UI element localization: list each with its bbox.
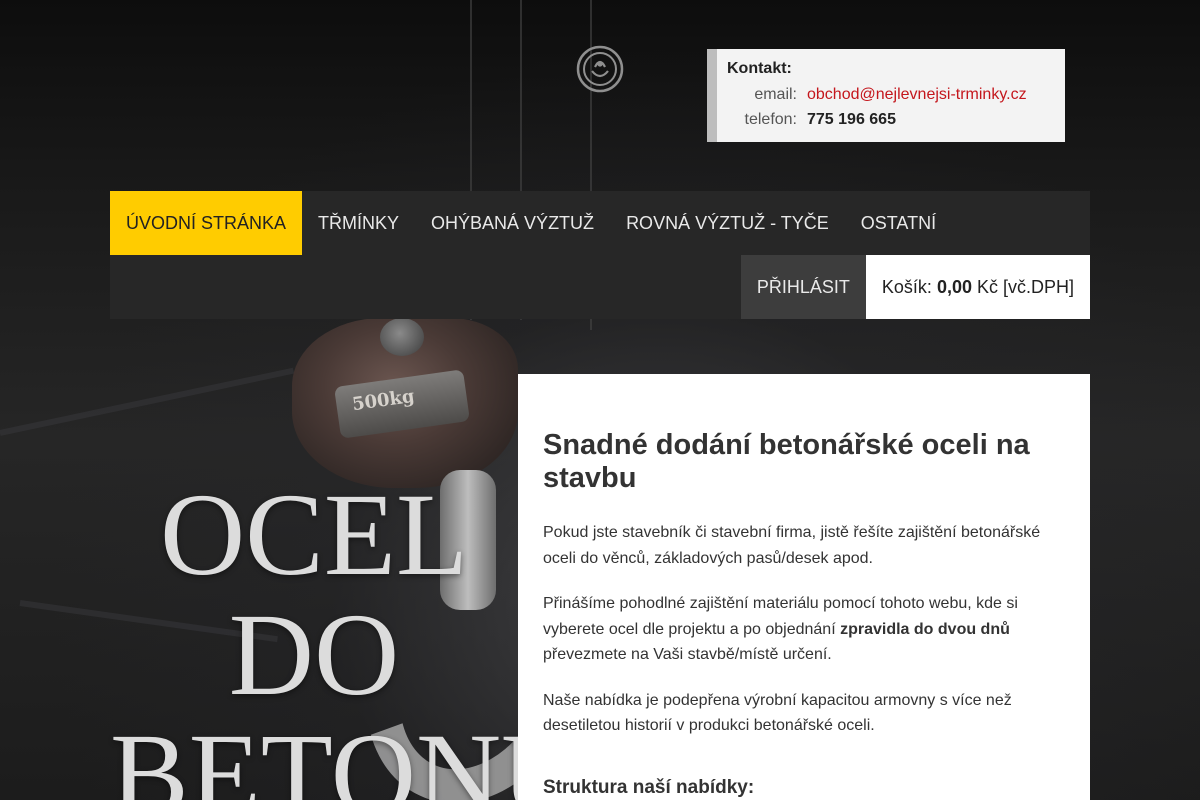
- intro-paragraph-3: Naše nabídka je podepřena výrobní kapaci…: [543, 691, 1012, 735]
- hero-line-2: DO: [228, 589, 400, 720]
- offer-structure-heading: Struktura naší nabídky:: [543, 776, 755, 798]
- nav-item-bent-rebar[interactable]: Ohýbaná výztuž: [415, 191, 610, 255]
- contact-phone-label: telefon:: [744, 111, 797, 128]
- nav-item-home[interactable]: Úvodní stránka: [110, 191, 303, 255]
- contact-phone-value: 775 196 665: [807, 111, 896, 128]
- nav-item-straight-rebar[interactable]: Rovná výztuž - tyče: [610, 191, 845, 255]
- contact-email-label: email:: [754, 86, 797, 103]
- page-title: Snadné dodání betonářské oceli na stavbu: [543, 429, 1030, 494]
- hero-line-1: OCEL: [159, 469, 469, 600]
- delivery-time-highlight: zpravidla do dvou dnů: [840, 620, 1010, 638]
- crane-hook-pin: [380, 318, 424, 356]
- main-navigation: Úvodní stránka Třmínky Ohýbaná výztuž Ro…: [110, 191, 1090, 319]
- hero-line-3: BETONU: [110, 709, 587, 800]
- site-logo-icon[interactable]: [576, 45, 624, 93]
- nav-account-bar: Přihlásit Košík: 0,00 Kč [vč.DPH]: [110, 255, 1090, 319]
- intro-paragraph-2: Přinášíme pohodlné zajištění materiálu p…: [543, 591, 1065, 668]
- contact-email-row: email: obchod@nejlevnejsi-trminky.cz: [727, 86, 1065, 111]
- contact-title: Kontakt:: [727, 60, 792, 77]
- intro-paragraph-1: Pokud jste stavebník či stavební firma, …: [543, 524, 1041, 567]
- nav-item-other[interactable]: Ostatní: [845, 191, 952, 255]
- contact-phone-row: telefon: 775 196 665: [727, 111, 1065, 136]
- contact-email-link[interactable]: obchod@nejlevnejsi-trminky.cz: [807, 86, 1027, 104]
- paragraph-2-text-end: převezmete na Vaši stavbě/místě určení.: [543, 646, 832, 663]
- hero-title: OCEL DO BETONU: [110, 469, 587, 800]
- login-button[interactable]: Přihlásit: [740, 255, 866, 319]
- nav-menu: Úvodní stránka Třmínky Ohýbaná výztuž Ro…: [110, 191, 1090, 255]
- cart-label: Košík:: [881, 277, 937, 297]
- contact-box: Kontakt: email: obchod@nejlevnejsi-trmin…: [707, 49, 1065, 142]
- cart-amount: 0,00: [936, 277, 972, 297]
- main-content: Snadné dodání betonářské oceli na stavbu…: [518, 374, 1090, 800]
- nav-item-trminky[interactable]: Třmínky: [302, 191, 415, 255]
- cart-currency: Kč [vč.DPH]: [971, 277, 1074, 297]
- cart-button[interactable]: Košík: 0,00 Kč [vč.DPH]: [865, 255, 1090, 319]
